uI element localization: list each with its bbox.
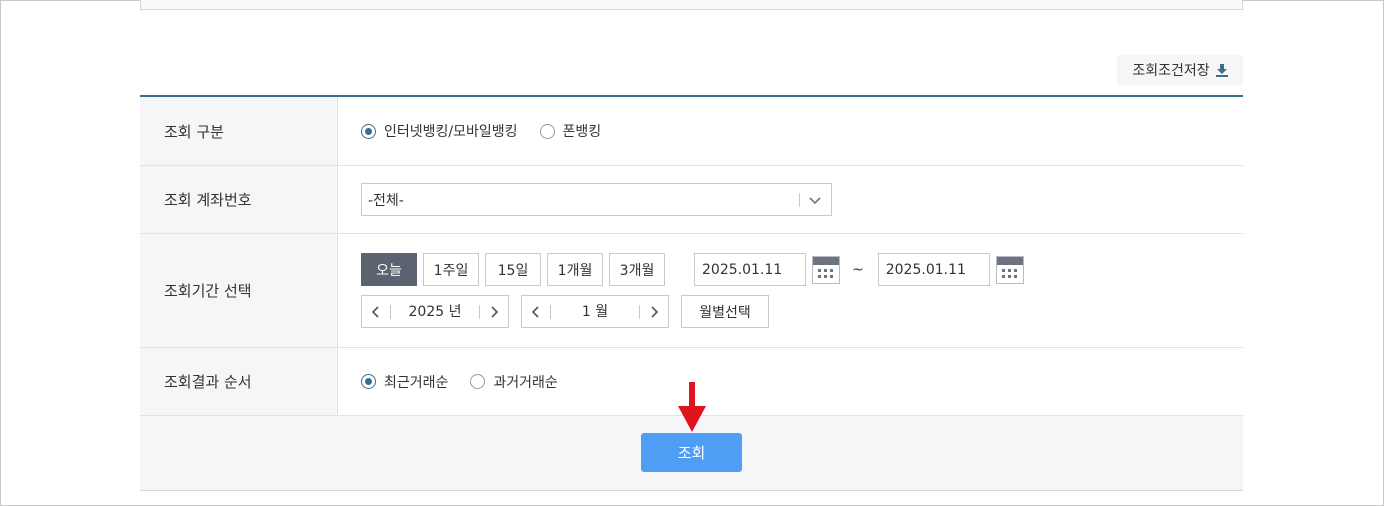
chevron-left-icon bbox=[531, 305, 539, 318]
download-icon bbox=[1215, 63, 1228, 77]
month-select-button[interactable]: 월별선택 bbox=[681, 295, 769, 328]
chevron-down-icon bbox=[809, 197, 821, 205]
radio-recent-first[interactable]: 최근거래순 bbox=[361, 372, 448, 392]
period-label: 조회기간 선택 bbox=[140, 234, 338, 347]
radio-recent-first-label: 최근거래순 bbox=[384, 374, 449, 391]
month-value: 1 월 bbox=[550, 304, 640, 319]
start-date-input[interactable]: 2025.01.11 bbox=[694, 253, 806, 286]
radio-phone-banking-label: 폰뱅킹 bbox=[562, 124, 602, 140]
year-next-button[interactable] bbox=[480, 296, 508, 327]
account-select-value: -전체- bbox=[368, 192, 404, 209]
radio-unchecked-icon bbox=[539, 123, 555, 139]
month-prev-button[interactable] bbox=[522, 296, 550, 327]
row-period: 조회기간 선택 오늘 1주일 15일 1개월 3개월 2025.01.11 ~ … bbox=[140, 234, 1243, 348]
radio-phone-banking[interactable]: 폰뱅킹 bbox=[539, 121, 602, 141]
chevron-left-icon bbox=[371, 305, 379, 318]
account-select[interactable]: -전체- bbox=[361, 183, 832, 216]
period-1month-button[interactable]: 1개월 bbox=[547, 253, 603, 286]
search-condition-form: 조회 구분 인터넷뱅킹/모바일뱅킹 폰뱅킹 조회 계좌번호 -전체- 조회기간 … bbox=[140, 95, 1243, 416]
radio-checked-icon bbox=[361, 123, 376, 139]
radio-internet-banking-label: 인터넷뱅킹/모바일뱅킹 bbox=[384, 124, 518, 140]
end-date-input[interactable]: 2025.01.11 bbox=[877, 253, 990, 286]
row-query-type: 조회 구분 인터넷뱅킹/모바일뱅킹 폰뱅킹 bbox=[140, 97, 1243, 166]
year-stepper: 2025 년 bbox=[361, 295, 509, 328]
radio-oldest-first[interactable]: 과거거래순 bbox=[470, 372, 558, 392]
chevron-right-icon bbox=[651, 305, 659, 318]
radio-oldest-first-label: 과거거래순 bbox=[493, 374, 558, 391]
month-stepper: 1 월 bbox=[521, 295, 669, 328]
year-prev-button[interactable] bbox=[362, 296, 390, 327]
order-label: 조회결과 순서 bbox=[140, 348, 338, 415]
period-3months-button[interactable]: 3개월 bbox=[609, 253, 665, 286]
chevron-right-icon bbox=[491, 305, 499, 318]
period-15days-button[interactable]: 15일 bbox=[485, 253, 541, 286]
radio-internet-banking[interactable]: 인터넷뱅킹/모바일뱅킹 bbox=[361, 121, 518, 141]
date-range-separator: ~ bbox=[852, 261, 864, 278]
row-account: 조회 계좌번호 -전체- bbox=[140, 166, 1243, 234]
previous-section-box bbox=[140, 0, 1243, 10]
select-divider bbox=[799, 193, 800, 207]
month-next-button[interactable] bbox=[640, 296, 668, 327]
period-today-button[interactable]: 오늘 bbox=[361, 253, 417, 286]
calendar-icon[interactable] bbox=[812, 255, 840, 284]
red-arrow-down-icon bbox=[678, 382, 706, 432]
calendar-icon[interactable] bbox=[995, 255, 1024, 284]
account-label: 조회 계좌번호 bbox=[140, 166, 338, 233]
year-value: 2025 년 bbox=[390, 304, 480, 319]
period-1week-button[interactable]: 1주일 bbox=[423, 253, 479, 286]
radio-unchecked-icon bbox=[470, 374, 486, 389]
save-condition-button[interactable]: 조회조건저장 bbox=[1117, 55, 1243, 85]
save-condition-label: 조회조건저장 bbox=[1132, 63, 1210, 79]
radio-checked-icon bbox=[361, 374, 376, 389]
search-button[interactable]: 조회 bbox=[641, 433, 742, 472]
query-type-label: 조회 구분 bbox=[140, 97, 338, 165]
